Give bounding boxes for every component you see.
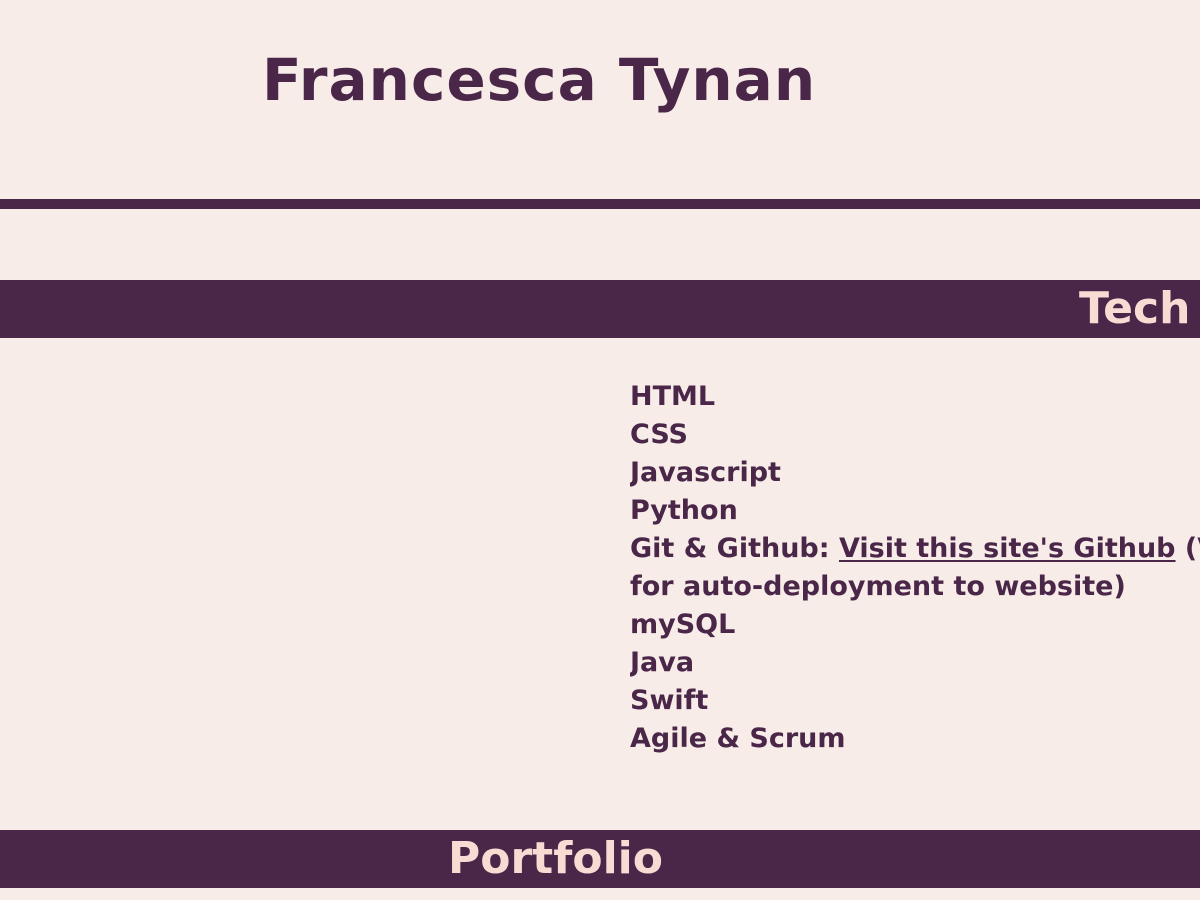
skill-item-agile-scrum: Agile & Scrum bbox=[630, 720, 1200, 758]
tech-section-banner: Tech bbox=[0, 280, 1200, 338]
github-link[interactable]: Visit this site's Github bbox=[839, 533, 1176, 564]
skill-item-git: Git & Github: Visit this site's Github (… bbox=[630, 530, 1200, 606]
site-title: Francesca Tynan bbox=[262, 46, 817, 114]
header-divider bbox=[0, 199, 1200, 209]
tech-section-heading: Tech bbox=[1079, 283, 1191, 334]
skill-item-css: CSS bbox=[630, 416, 1200, 454]
git-skill-label: Git & Github: bbox=[630, 533, 839, 564]
skill-item-java: Java bbox=[630, 644, 1200, 682]
skill-item-html: HTML bbox=[630, 378, 1200, 416]
portfolio-section-banner: Portfolio bbox=[0, 830, 1200, 888]
portfolio-section-heading: Portfolio bbox=[448, 833, 663, 884]
git-skill-note: (V bbox=[1184, 533, 1200, 564]
skills-list: HTML CSS Javascript Python Git & Github:… bbox=[630, 378, 1200, 758]
skill-item-javascript: Javascript bbox=[630, 454, 1200, 492]
skill-item-swift: Swift bbox=[630, 682, 1200, 720]
skill-item-mysql: mySQL bbox=[630, 606, 1200, 644]
git-skill-note-continuation: for auto-deployment to website) bbox=[630, 571, 1126, 602]
skill-item-python: Python bbox=[630, 492, 1200, 530]
